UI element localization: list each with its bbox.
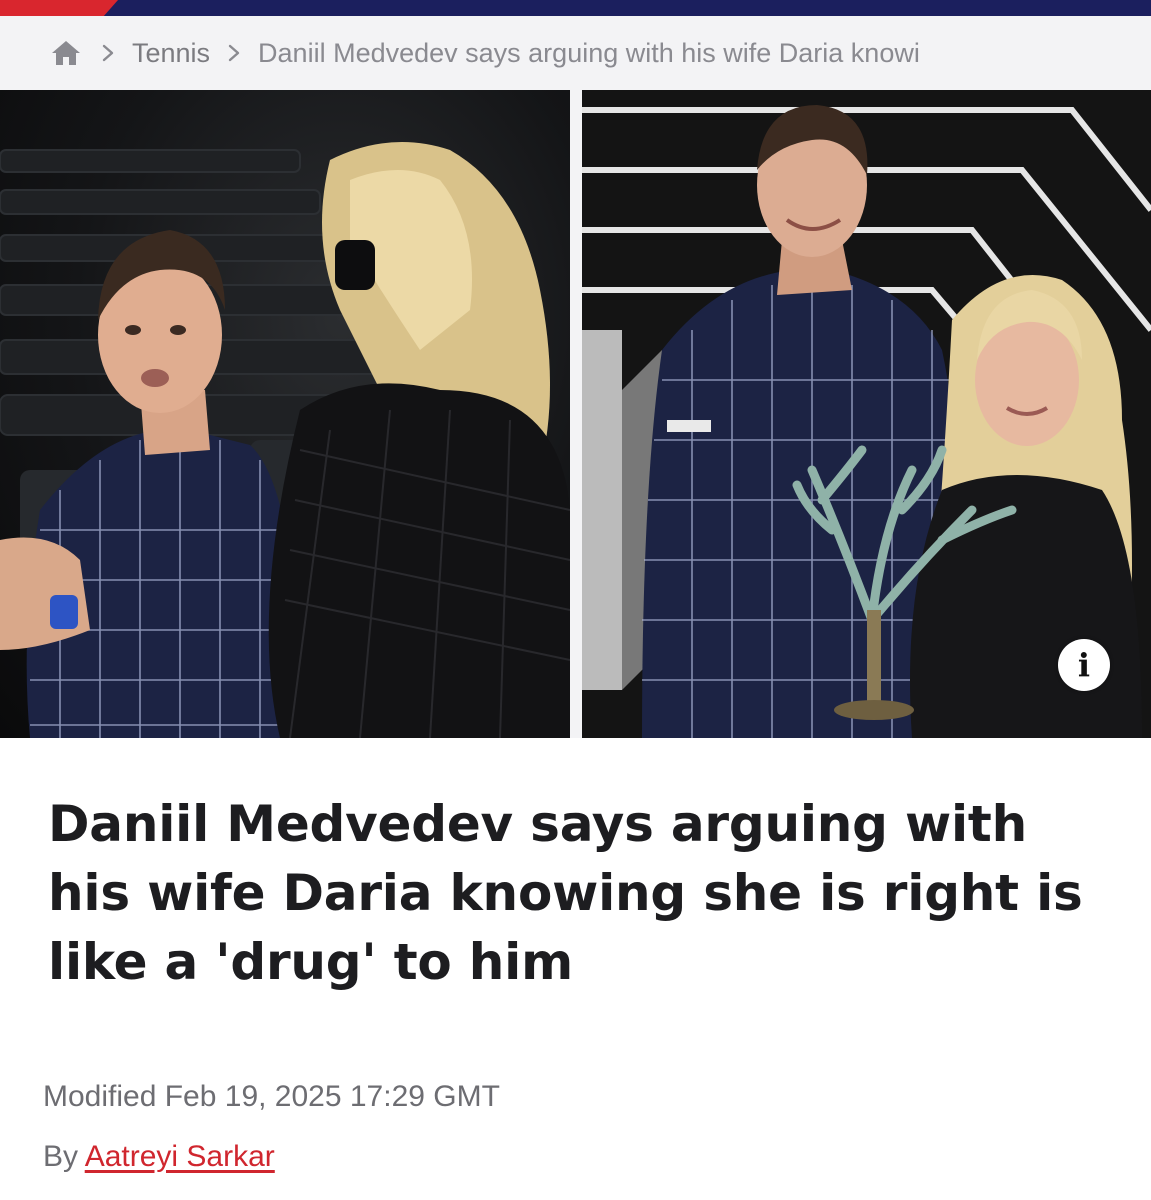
breadcrumb: Tennis Daniil Medvedev says arguing with…	[0, 16, 1151, 90]
chevron-right-icon	[218, 43, 250, 63]
hero-divider	[570, 90, 582, 738]
chevron-right-icon	[92, 43, 124, 63]
breadcrumb-current-page: Daniil Medvedev says arguing with his wi…	[258, 37, 920, 68]
brand-accent-stripe	[0, 0, 118, 16]
home-icon[interactable]	[48, 35, 84, 71]
modified-timestamp: Modified Feb 19, 2025 17:29 GMT	[43, 1080, 500, 1113]
image-info-button[interactable]: i	[1058, 639, 1110, 691]
breadcrumb-link-tennis[interactable]: Tennis	[132, 38, 210, 69]
brand-top-bar	[0, 0, 1151, 16]
info-icon: i	[1077, 646, 1091, 684]
byline: By Aatreyi Sarkar	[43, 1140, 275, 1174]
hero-image: i	[0, 90, 1151, 738]
hero-photo-left	[0, 90, 570, 738]
article-headline: Daniil Medvedev says arguing with his wi…	[48, 795, 1083, 991]
author-link[interactable]: Aatreyi Sarkar	[85, 1140, 275, 1173]
byline-label: By	[43, 1140, 79, 1173]
hero-photo-right	[582, 90, 1151, 738]
